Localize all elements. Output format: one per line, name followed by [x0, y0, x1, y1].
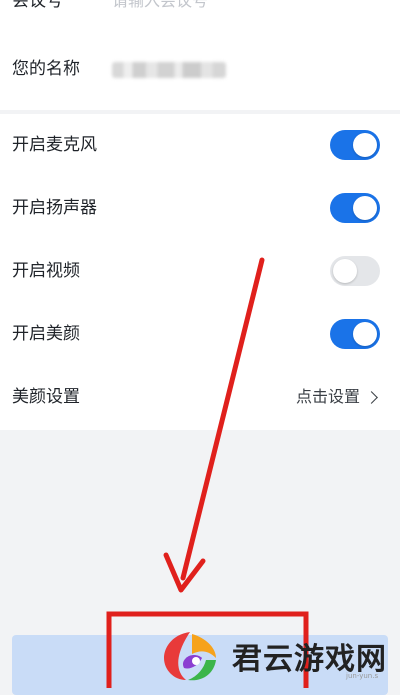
watermark: 君云游戏网 jun-yun.s — [156, 628, 396, 684]
watermark-logo-icon — [164, 632, 216, 681]
annotation-arrow-shaft — [180, 257, 265, 581]
watermark-subtext: jun-yun.s — [346, 672, 379, 680]
annotation-overlay — [106, 257, 309, 688]
